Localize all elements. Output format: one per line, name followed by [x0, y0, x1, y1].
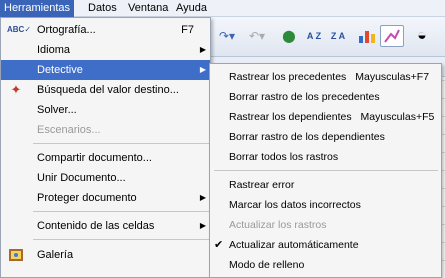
tools-menu: ABC✓ Ortografía... F7 Idioma ▶ Detective… [0, 17, 211, 278]
menu-item-detective[interactable]: Detective ▶ [1, 60, 210, 80]
menu-item-label: Contenido de las celdas [37, 220, 155, 232]
goal-seek-icon: ✦ [10, 82, 22, 97]
standard-toolbar: ↷▾ ↶▾ ⬤ A Z Z A ◒ [210, 17, 445, 57]
menu-item-proteger[interactable]: Proteger documento ▶ [1, 188, 210, 208]
menu-item-compartir[interactable]: Compartir documento... [1, 148, 210, 168]
menu-item-label: Galería [37, 249, 74, 261]
menu-item-label: Solver... [37, 104, 77, 116]
sort-descending-icon[interactable]: Z A [328, 25, 348, 47]
submenu-arrow-icon: ▶ [199, 45, 206, 54]
submenu-arrow-icon: ▶ [199, 65, 206, 74]
menu-item-ortografia[interactable]: ABC✓ Ortografía... F7 [1, 20, 210, 40]
menu-item-contenido[interactable]: Contenido de las celdas ▶ [1, 216, 210, 236]
menu-item-label: Borrar todos los rastros [229, 151, 339, 163]
menu-item-label: Borrar rastro de los dependientes [229, 131, 385, 143]
menu-ventana[interactable]: Ventana [124, 0, 172, 17]
spellcheck-icon: ABC✓ [7, 25, 32, 34]
submenu-item-borrar-todos[interactable]: Borrar todos los rastros [210, 147, 441, 167]
submenu-item-rastrear-precedentes[interactable]: Rastrear los precedentes Mayusculas+F7 [210, 67, 441, 87]
menu-item-label: Idioma [37, 44, 71, 56]
draw-functions-icon[interactable] [380, 25, 404, 47]
submenu-item-actualizar-rastros[interactable]: Actualizar los rastros [210, 215, 441, 235]
submenu-arrow-icon: ▶ [199, 221, 206, 230]
checkmark-icon: ✔ [214, 239, 224, 251]
submenu-item-modo-relleno[interactable]: Modo de relleno [210, 255, 441, 275]
menu-item-idioma[interactable]: Idioma ▶ [1, 40, 210, 60]
menu-datos[interactable]: Datos [84, 0, 121, 17]
menu-herramientas[interactable]: Herramientas [0, 0, 75, 17]
menu-item-solver[interactable]: Solver... [1, 100, 210, 120]
redo-icon[interactable]: ↷▾ [212, 25, 242, 47]
menu-item-label: Borrar rastro de los precedentes [229, 91, 380, 103]
menu-separator [214, 170, 438, 171]
menu-item-galeria[interactable]: Galería [1, 245, 210, 265]
menu-item-label: Rastrear los dependientes [229, 111, 352, 123]
submenu-item-rastrear-error[interactable]: Rastrear error [210, 175, 441, 195]
menu-item-label: Ortografía... [37, 24, 96, 36]
shortcut-label: F7 [181, 24, 194, 36]
detective-submenu: Rastrear los precedentes Mayusculas+F7 B… [209, 63, 442, 278]
gallery-icon [7, 247, 25, 263]
menu-item-unir[interactable]: Unir Documento... [1, 168, 210, 188]
menu-separator [33, 211, 209, 212]
menu-separator [33, 239, 209, 240]
menu-item-label: Búsqueda del valor destino... [37, 84, 179, 96]
menu-item-label: Rastrear error [229, 179, 295, 191]
menubar: Herramientas Datos Ventana Ayuda [0, 0, 445, 17]
menu-separator [33, 143, 209, 144]
submenu-item-marcar-incorrectos[interactable]: Marcar los datos incorrectos [210, 195, 441, 215]
menu-item-label: Detective [37, 64, 83, 76]
binoculars-icon[interactable]: ◒ [410, 25, 434, 47]
menu-item-label: Marcar los datos incorrectos [229, 199, 361, 211]
menu-item-label: Actualizar los rastros [229, 219, 327, 231]
undo-icon[interactable]: ↶▾ [244, 25, 270, 47]
sort-ascending-icon[interactable]: A Z [304, 25, 324, 47]
submenu-item-borrar-dependientes[interactable]: Borrar rastro de los dependientes [210, 127, 441, 147]
menu-item-label: Compartir documento... [37, 152, 152, 164]
submenu-item-actualizar-auto[interactable]: ✔ Actualizar automáticamente [210, 235, 441, 255]
chart-icon[interactable] [356, 25, 378, 47]
menu-item-label: Modo de relleno [229, 259, 305, 271]
menu-item-label: Unir Documento... [37, 172, 126, 184]
submenu-item-borrar-precedentes[interactable]: Borrar rastro de los precedentes [210, 87, 441, 107]
menu-item-label: Rastrear los precedentes [229, 71, 347, 83]
shortcut-label: Mayusculas+F5 [360, 111, 435, 123]
shortcut-label: Mayusculas+F7 [355, 71, 430, 83]
menu-ayuda[interactable]: Ayuda [172, 0, 211, 17]
menu-item-label: Proteger documento [37, 192, 137, 204]
menu-item-label: Escenarios... [37, 124, 101, 136]
menu-item-escenarios[interactable]: Escenarios... [1, 120, 210, 140]
menu-item-label: Actualizar automáticamente [229, 239, 359, 251]
submenu-arrow-icon: ▶ [199, 193, 206, 202]
submenu-item-rastrear-dependientes[interactable]: Rastrear los dependientes Mayusculas+F5 [210, 107, 441, 127]
menu-item-busqueda[interactable]: ✦ Búsqueda del valor destino... [1, 80, 210, 100]
navigator-icon[interactable]: ⬤ [278, 25, 300, 47]
